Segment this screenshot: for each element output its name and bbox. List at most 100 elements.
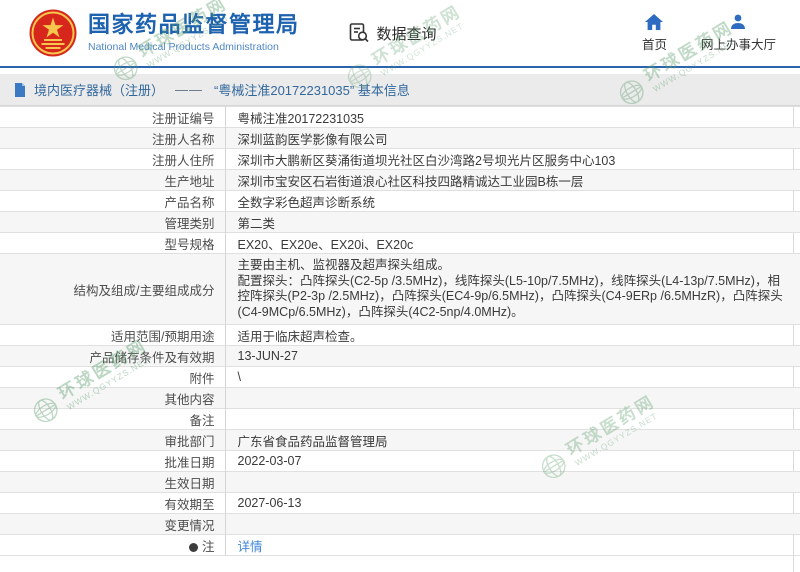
row-label: 生产地址 xyxy=(0,170,225,191)
table-row: 注册人住所 深圳市大鹏新区葵涌街道坝光社区白沙湾路2号坝光片区服务中心103 xyxy=(0,149,800,170)
nav-item-home[interactable]: 首页 xyxy=(642,13,667,53)
row-value: 广东省食品药品监督管理局 xyxy=(225,430,800,451)
row-label: 注册人住所 xyxy=(0,149,225,170)
row-label: 型号规格 xyxy=(0,233,225,254)
row-value-text: 全数字彩色超声诊断系统 xyxy=(238,196,376,210)
table-row: 审批部门 广东省食品药品监督管理局 xyxy=(0,430,800,451)
table-row: 批准日期 2022-03-07 xyxy=(0,451,800,472)
row-value: 深圳市大鹏新区葵涌街道坝光社区白沙湾路2号坝光片区服务中心103 xyxy=(225,149,800,170)
row-label-text: 产品储存条件及有效期 xyxy=(89,351,214,365)
row-label-text: 产品名称 xyxy=(164,196,214,210)
info-table-body: 注册证编号粤械注准20172231035注册人名称深圳蓝韵医学影像有限公司注册人… xyxy=(0,107,800,556)
row-value-text: 第二类 xyxy=(238,217,276,231)
row-label: 注 xyxy=(0,535,225,556)
table-row: 有效期至 2027-06-13 xyxy=(0,493,800,514)
row-value: 第二类 xyxy=(225,212,800,233)
table-row: 管理类别 第二类 xyxy=(0,212,800,233)
data-query-icon xyxy=(348,22,370,44)
row-label: 有效期至 xyxy=(0,493,225,514)
table-row: 结构及组成/主要组成成分 主要由主机、监视器及超声探头组成。 配置探头：凸阵探头(… xyxy=(0,254,800,325)
row-label-text: 有效期至 xyxy=(164,498,214,512)
row-label-text: 批准日期 xyxy=(164,456,214,470)
row-label: 适用范围/预期用途 xyxy=(0,325,225,346)
row-label-text: 注册证编号 xyxy=(152,112,215,126)
china-national-emblem-icon xyxy=(28,8,78,58)
row-value-text: 2027-06-13 xyxy=(238,496,302,510)
row-label: 备注 xyxy=(0,409,225,430)
row-value: 详情 xyxy=(225,535,800,556)
row-value-text: 主要由主机、监视器及超声探头组成。 配置探头：凸阵探头(C2-5p /3.5MH… xyxy=(238,258,789,320)
row-label-text: 其他内容 xyxy=(164,393,214,407)
user-icon xyxy=(729,13,747,31)
row-label: 变更情况 xyxy=(0,514,225,535)
row-value-text: \ xyxy=(238,370,241,384)
row-label: 其他内容 xyxy=(0,388,225,409)
row-label-text: 注册人住所 xyxy=(152,154,215,168)
row-value-text: 广东省食品药品监督管理局 xyxy=(238,435,388,449)
row-label-text: 附件 xyxy=(189,372,214,386)
row-value xyxy=(225,388,800,409)
row-value xyxy=(225,514,800,535)
row-label: 审批部门 xyxy=(0,430,225,451)
row-label: 注册人名称 xyxy=(0,128,225,149)
detail-link[interactable]: 详情 xyxy=(238,540,263,554)
row-value-text: 2022-03-07 xyxy=(238,454,302,468)
breadcrumb: 境内医疗器械（注册） —— “粤械注准20172231035” 基本信息 xyxy=(0,74,800,106)
row-label: 结构及组成/主要组成成分 xyxy=(0,254,225,325)
row-label-text: 适用范围/预期用途 xyxy=(111,330,214,344)
row-value-text: 适用于临床超声检查。 xyxy=(238,330,363,344)
table-row: 生效日期 xyxy=(0,472,800,493)
row-label: 批准日期 xyxy=(0,451,225,472)
nav-item-service-hall[interactable]: 网上办事大厅 xyxy=(701,13,776,53)
row-value-text: 深圳蓝韵医学影像有限公司 xyxy=(238,133,388,147)
table-row: 产品名称 全数字彩色超声诊断系统 xyxy=(0,191,800,212)
row-label-text: 审批部门 xyxy=(164,435,214,449)
table-row: 变更情况 xyxy=(0,514,800,535)
row-value-text: 深圳市宝安区石岩街道浪心社区科技四路精诚达工业园B栋一层 xyxy=(238,175,584,189)
row-value-text: EX20、EX20e、EX20i、EX20c xyxy=(238,238,414,252)
note-dot-icon xyxy=(189,543,198,552)
row-value-text: 粤械注准20172231035 xyxy=(238,112,364,126)
row-value: 深圳市宝安区石岩街道浪心社区科技四路精诚达工业园B栋一层 xyxy=(225,170,800,191)
row-label-text: 注 xyxy=(202,540,215,554)
header-divider xyxy=(0,66,800,68)
table-row: 注册证编号 粤械注准20172231035 xyxy=(0,107,800,128)
breadcrumb-category[interactable]: 境内医疗器械（注册） xyxy=(34,80,164,99)
nav-home-label: 首页 xyxy=(642,34,667,53)
row-label-text: 生产地址 xyxy=(164,175,214,189)
breadcrumb-dash: —— xyxy=(175,82,203,97)
site-logo[interactable]: 国家药品监督管理局 National Medical Products Admi… xyxy=(28,8,300,58)
row-value-text: 13-JUN-27 xyxy=(238,349,298,363)
table-row: 生产地址 深圳市宝安区石岩街道浪心社区科技四路精诚达工业园B栋一层 xyxy=(0,170,800,191)
row-label-text: 备注 xyxy=(189,414,214,428)
row-value: 13-JUN-27 xyxy=(225,346,800,367)
row-value: 粤械注准20172231035 xyxy=(225,107,800,128)
table-row: 适用范围/预期用途 适用于临床超声检查。 xyxy=(0,325,800,346)
header-nav: 首页 网上办事大厅 xyxy=(642,13,780,53)
table-row: 其他内容 xyxy=(0,388,800,409)
row-label: 产品名称 xyxy=(0,191,225,212)
row-value: 全数字彩色超声诊断系统 xyxy=(225,191,800,212)
row-label-text: 生效日期 xyxy=(164,477,214,491)
row-label: 产品储存条件及有效期 xyxy=(0,346,225,367)
home-icon xyxy=(644,13,664,31)
row-value: 主要由主机、监视器及超声探头组成。 配置探头：凸阵探头(C2-5p /3.5MH… xyxy=(225,254,800,325)
row-label-text: 变更情况 xyxy=(164,519,214,533)
table-row: 型号规格 EX20、EX20e、EX20i、EX20c xyxy=(0,233,800,254)
table-row: 附件 \ xyxy=(0,367,800,388)
site-title-cn: 国家药品监督管理局 xyxy=(88,13,300,37)
nav-service-hall-label: 网上办事大厅 xyxy=(701,34,776,53)
data-query-label: 数据查询 xyxy=(377,23,437,44)
row-value: \ xyxy=(225,367,800,388)
row-value-text: 深圳市大鹏新区葵涌街道坝光社区白沙湾路2号坝光片区服务中心103 xyxy=(238,154,616,168)
row-value: 2022-03-07 xyxy=(225,451,800,472)
row-label-text: 结构及组成/主要组成成分 xyxy=(74,284,215,298)
table-row: 注册人名称深圳蓝韵医学影像有限公司 xyxy=(0,128,800,149)
row-value: EX20、EX20e、EX20i、EX20c xyxy=(225,233,800,254)
table-row: 注 详情 xyxy=(0,535,800,556)
data-query-tab[interactable]: 数据查询 xyxy=(348,22,437,44)
row-label-text: 管理类别 xyxy=(164,217,214,231)
breadcrumb-title: “粤械注准20172231035” 基本信息 xyxy=(214,80,410,99)
row-value xyxy=(225,472,800,493)
site-header: 国家药品监督管理局 National Medical Products Admi… xyxy=(0,0,800,66)
